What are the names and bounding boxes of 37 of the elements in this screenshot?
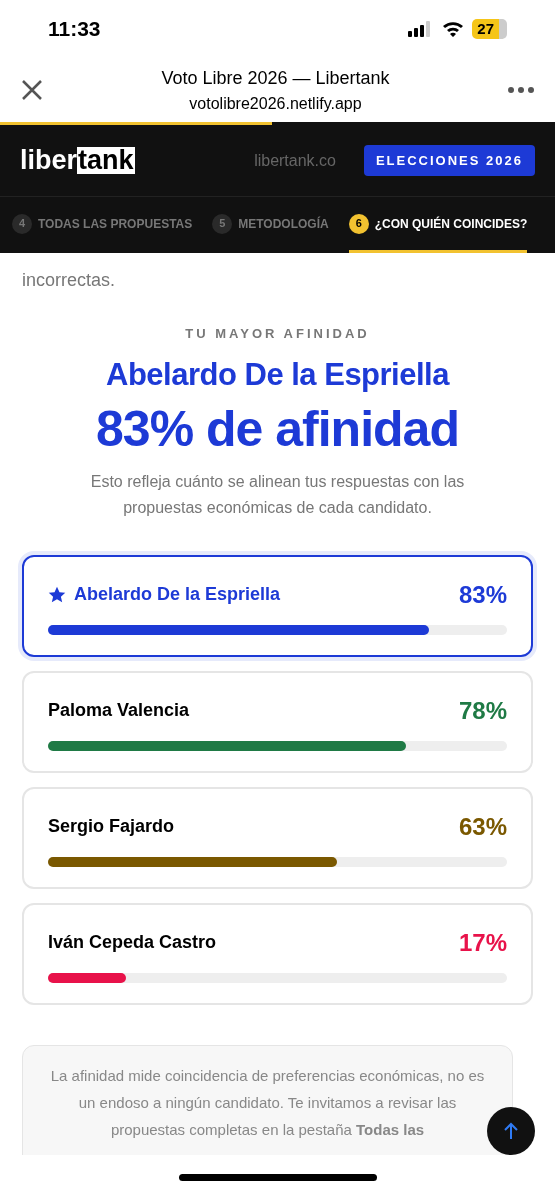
candidate-percent: 78% xyxy=(458,695,507,726)
logo-highlight: tank xyxy=(77,147,135,174)
status-time: 11:33 xyxy=(48,16,101,43)
logo-text: liber xyxy=(20,147,78,174)
step-number: 6 xyxy=(348,213,369,234)
page-title: Voto Libre 2026 — Libertank xyxy=(161,66,390,90)
site-link[interactable]: libertank.co xyxy=(254,148,336,173)
candidate-percent: 63% xyxy=(458,811,507,842)
candidate-percent: 83% xyxy=(458,579,507,610)
tab-label: TODAS LAS PROPUESTAS xyxy=(38,215,193,233)
step-tab[interactable]: 4 TODAS LAS PROPUESTAS xyxy=(12,197,193,253)
elections-button[interactable]: ELECCIONES 2026 xyxy=(363,144,535,177)
step-tab[interactable]: 6 ¿CON QUIÉN COINCIDES? xyxy=(348,197,528,253)
step-number: 4 xyxy=(12,213,32,234)
step-tab[interactable]: 5 METODOLOGÍA xyxy=(212,197,329,253)
star-icon xyxy=(48,585,66,604)
scroll-top-button[interactable] xyxy=(487,1107,535,1155)
explanation-text: Esto refleja cuánto se alinean tus respuestas con las propuestas económicas de cada candidato. xyxy=(89,471,466,518)
more-icon[interactable] xyxy=(507,86,535,94)
disclaimer-text: La afinidad mide coincidencia de preferencias económicas, no es un endoso a ningún candidato. Te invitamos a revisar las propuestas completas en la pestaña Todas las xyxy=(49,1065,486,1140)
intro-text: incorrectas. xyxy=(22,269,117,292)
tab-label: METODOLOGÍA xyxy=(238,215,329,233)
step-number: 5 xyxy=(212,213,233,234)
wifi-icon xyxy=(442,21,465,37)
arrow-up-icon xyxy=(503,1122,519,1140)
close-icon[interactable] xyxy=(20,78,44,102)
candidate-name: Paloma Valencia xyxy=(48,699,190,722)
candidate-name: Iván Cepeda Castro xyxy=(48,931,217,954)
top-candidate-name: Abelardo De la Espriella xyxy=(106,355,449,394)
eyebrow-label: TU MAYOR AFINIDAD xyxy=(185,325,370,343)
battery-level: 27 xyxy=(472,19,507,39)
candidate-name: Sergio Fajardo xyxy=(48,815,175,838)
candidate-name: Abelardo De la Espriella xyxy=(74,583,281,606)
affinity-score: 83% de afinidad xyxy=(96,400,459,459)
page-url: votolibre2026.netlify.app xyxy=(189,93,362,114)
tab-label: ¿CON QUIÉN COINCIDES? xyxy=(374,215,528,233)
candidate-percent: 17% xyxy=(458,927,507,958)
